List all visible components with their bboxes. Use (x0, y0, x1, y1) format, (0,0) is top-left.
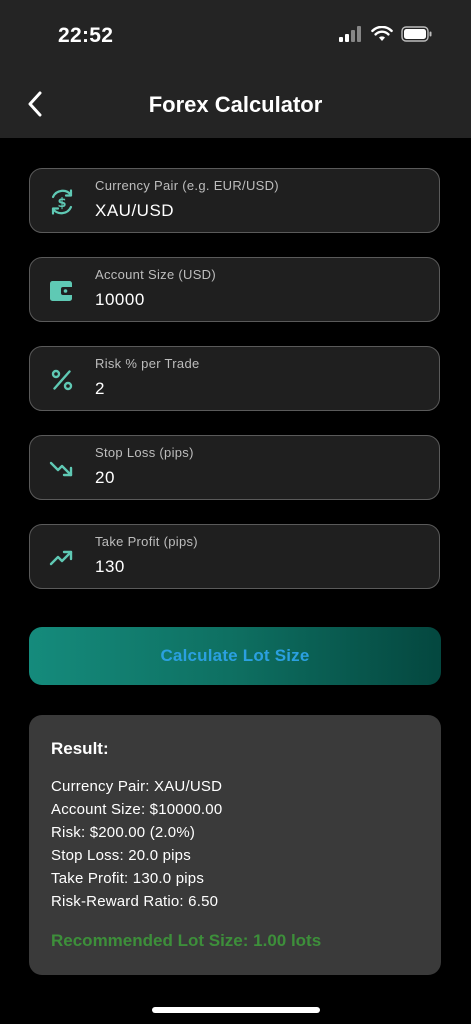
result-title: Result: (51, 739, 109, 758)
cellular-signal-icon (339, 26, 363, 47)
currency-pair-field[interactable]: $ Currency Pair (e.g. EUR/USD) (29, 168, 440, 233)
account-size-field[interactable]: Account Size (USD) (29, 257, 440, 322)
result-list: Currency Pair: XAU/USD Account Size: $10… (51, 775, 222, 913)
stop-loss-input[interactable] (95, 468, 415, 488)
take-profit-field[interactable]: Take Profit (pips) (29, 524, 440, 589)
risk-percent-label: Risk % per Trade (95, 356, 200, 371)
result-card: Result: Currency Pair: XAU/USD Account S… (29, 715, 441, 975)
status-time: 22:52 (58, 24, 114, 47)
wallet-icon (47, 276, 77, 306)
stop-loss-field[interactable]: Stop Loss (pips) (29, 435, 440, 500)
result-currency-pair: Currency Pair: XAU/USD (51, 778, 223, 795)
take-profit-input[interactable] (95, 557, 415, 577)
recommended-lot-size: Recommended Lot Size: 1.00 lots (51, 931, 322, 950)
status-icons (339, 25, 433, 47)
result-stop-loss: Stop Loss: 20.0 pips (51, 847, 191, 864)
result-risk: Risk: $200.00 (2.0%) (51, 824, 196, 841)
result-take-profit: Take Profit: 130.0 pips (51, 870, 205, 887)
top-bar: 22:52 Forex Calculator (0, 0, 471, 138)
currency-pair-label: Currency Pair (e.g. EUR/USD) (95, 178, 279, 193)
currency-exchange-icon: $ (47, 187, 77, 217)
trending-up-icon (47, 543, 77, 573)
risk-percent-input[interactable] (95, 379, 415, 399)
result-risk-reward: Risk-Reward Ratio: 6.50 (51, 893, 219, 910)
wifi-icon (371, 25, 393, 47)
currency-pair-input[interactable] (95, 201, 415, 221)
trending-down-icon (47, 454, 77, 484)
account-size-label: Account Size (USD) (95, 267, 216, 282)
percent-icon (47, 365, 77, 395)
risk-percent-field[interactable]: Risk % per Trade (29, 346, 440, 411)
svg-text:$: $ (57, 196, 66, 211)
battery-icon (401, 26, 433, 47)
account-size-input[interactable] (95, 290, 415, 310)
page-title: Forex Calculator (148, 92, 323, 117)
home-indicator[interactable] (152, 1007, 320, 1013)
calculate-lot-size-button[interactable]: Calculate Lot Size (29, 627, 441, 685)
result-account-size: Account Size: $10000.00 (51, 801, 223, 818)
take-profit-label: Take Profit (pips) (95, 534, 198, 549)
stop-loss-label: Stop Loss (pips) (95, 445, 194, 460)
